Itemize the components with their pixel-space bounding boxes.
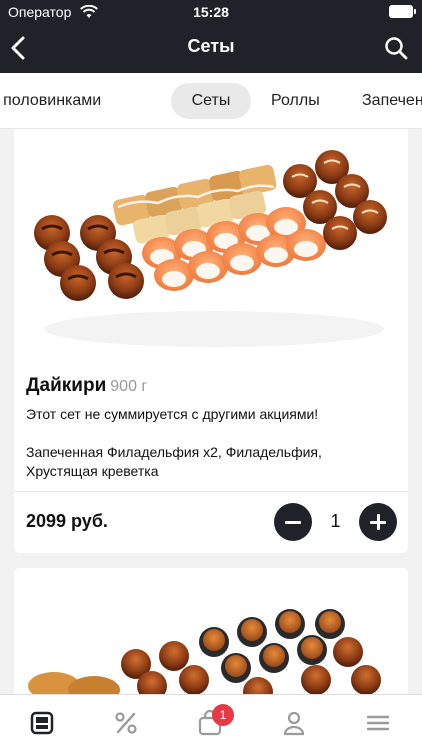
- quantity-value: 1: [330, 511, 341, 531]
- nav-bar: Сеты: [0, 24, 422, 73]
- category-tabs: Роллы половинками Сеты Роллы Запеченные: [0, 73, 422, 129]
- tab-sets[interactable]: Сеты: [171, 83, 251, 119]
- product-photo-2: [14, 568, 408, 708]
- product-note: Этот сет не суммируется с другими акциям…: [26, 406, 319, 422]
- bottom-tab-bar: [0, 694, 422, 750]
- tab-rolls-halves[interactable]: Роллы половинками: [0, 83, 101, 119]
- profile-icon[interactable]: [280, 709, 308, 737]
- status-bar: Оператор 15:28: [0, 0, 422, 24]
- tab-rolls[interactable]: Роллы: [271, 83, 320, 119]
- increase-quantity-button[interactable]: [359, 503, 397, 541]
- product-card-2[interactable]: [14, 568, 408, 708]
- page-title: Сеты: [187, 36, 235, 56]
- menu-icon[interactable]: [28, 709, 56, 737]
- discount-icon[interactable]: [112, 709, 140, 737]
- product-description: Запеченная Филадельфия x2, Филадельфия, …: [26, 444, 322, 479]
- decrease-quantity-button[interactable]: [274, 503, 312, 541]
- product-photo: [14, 129, 408, 361]
- search-icon[interactable]: [384, 36, 408, 60]
- top-bar: Оператор 15:28 Сеты: [0, 0, 422, 73]
- product-name: Дайкири: [26, 375, 107, 396]
- cart-count-badge: 1: [212, 704, 234, 726]
- product-title: Дайкири 900 г: [26, 375, 147, 397]
- tab-baked[interactable]: Запеченные: [362, 83, 422, 119]
- divider: [14, 491, 408, 492]
- product-weight: 900 г: [110, 378, 148, 395]
- battery-icon: [389, 5, 416, 18]
- product-price: 2099 руб.: [26, 511, 108, 531]
- clock: 15:28: [193, 4, 229, 20]
- hamburger-icon[interactable]: [364, 709, 392, 737]
- product-card[interactable]: Дайкири 900 г Этот сет не суммируется с д…: [14, 129, 408, 553]
